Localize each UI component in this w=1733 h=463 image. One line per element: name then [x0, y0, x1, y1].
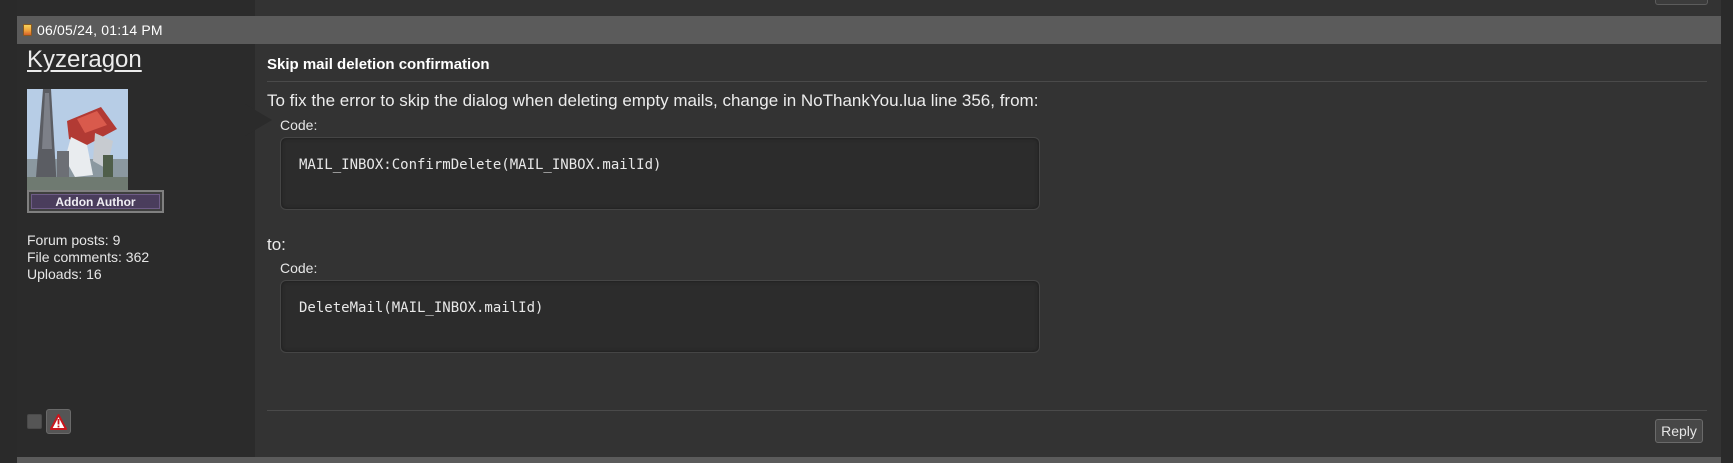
- code-label: Code:: [280, 260, 318, 276]
- previous-reply-button[interactable]: [1655, 0, 1708, 5]
- forum-posts-count: Forum posts: 9: [27, 232, 121, 248]
- author-stats: Forum posts: 9 File comments: 362 Upload…: [27, 232, 149, 283]
- post-middle-text: to:: [267, 235, 286, 254]
- code-block: MAIL_INBOX:ConfirmDelete(MAIL_INBOX.mail…: [280, 137, 1040, 210]
- page-margin-left: [0, 0, 17, 463]
- rank-badge-label: Addon Author: [31, 194, 160, 209]
- code-block: DeleteMail(MAIL_INBOX.mailId): [280, 280, 1040, 353]
- report-post-button[interactable]: [46, 409, 71, 434]
- author-name-link[interactable]: Kyzeragon: [27, 46, 142, 74]
- avatar[interactable]: [27, 89, 128, 190]
- post-date: 06/05/24, 01:14 PM: [37, 22, 163, 38]
- avatar-image: [27, 89, 128, 190]
- file-comments-count: File comments: 362: [27, 249, 150, 265]
- uploads-count: Uploads: 16: [27, 266, 102, 282]
- next-post-header: [17, 457, 1721, 463]
- post-select-checkbox[interactable]: [27, 414, 42, 429]
- rank-badge: Addon Author: [27, 190, 164, 213]
- post-subject: Skip mail deletion confirmation: [267, 56, 490, 73]
- code-text: DeleteMail(MAIL_INBOX.mailId): [299, 300, 544, 316]
- code-label: Code:: [280, 117, 318, 133]
- previous-post-sidebar: [17, 0, 255, 16]
- warning-icon: [50, 413, 67, 430]
- subject-divider: [267, 81, 1707, 82]
- page-margin-right: [1721, 0, 1733, 463]
- author-sidebar: Kyzeragon Addon Author Forum posts: 9 Fi…: [17, 44, 272, 457]
- reply-button[interactable]: Reply: [1655, 419, 1703, 443]
- post-content: Skip mail deletion confirmation To fix t…: [255, 44, 1721, 457]
- post-status-icon: [23, 24, 32, 36]
- code-text: MAIL_INBOX:ConfirmDelete(MAIL_INBOX.mail…: [299, 157, 662, 173]
- post-footer-divider: [267, 410, 1707, 411]
- post-header: 06/05/24, 01:14 PM: [17, 16, 1721, 44]
- post-intro-text: To fix the error to skip the dialog when…: [267, 91, 1039, 110]
